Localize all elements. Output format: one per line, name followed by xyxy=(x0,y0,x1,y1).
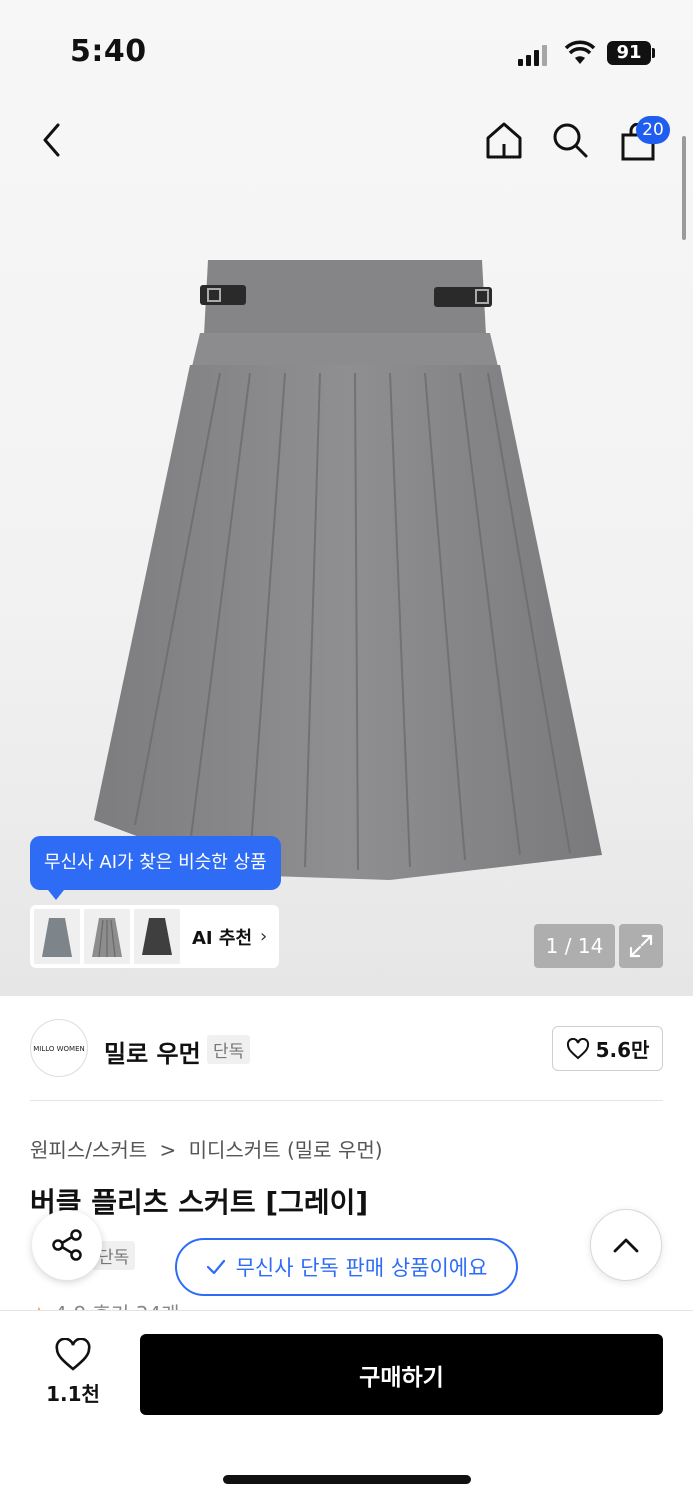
buy-button[interactable]: 구매하기 xyxy=(140,1334,663,1415)
breadcrumb-category[interactable]: 원피스/스커트 xyxy=(30,1138,147,1162)
wishlist-button[interactable]: 1.1천 xyxy=(40,1337,106,1407)
breadcrumb-subcategory[interactable]: 미디스커트 (밀로 우먼) xyxy=(189,1138,383,1162)
expand-image-button[interactable] xyxy=(619,924,663,968)
wifi-icon xyxy=(564,40,596,64)
share-button[interactable] xyxy=(32,1210,102,1280)
home-icon xyxy=(486,122,522,159)
brand-name[interactable]: 밀로 우먼 xyxy=(104,1034,201,1069)
ai-recommend-label: AI 추천 xyxy=(192,927,253,949)
heart-icon xyxy=(55,1337,91,1371)
ai-recommend-card[interactable]: AI 추천 › xyxy=(30,905,279,968)
chevron-left-icon xyxy=(43,123,60,157)
cart-count-badge: 20 xyxy=(636,116,670,144)
home-indicator xyxy=(223,1475,471,1484)
product-image-skirt[interactable] xyxy=(90,255,610,895)
chevron-right-icon: › xyxy=(260,926,268,947)
home-button[interactable] xyxy=(482,118,526,162)
brand-like-count: 5.6만 xyxy=(595,1038,650,1062)
ai-tooltip[interactable]: 무신사 AI가 찾은 비슷한 상품 xyxy=(30,836,281,900)
brand-like-button[interactable]: 5.6만 xyxy=(552,1026,663,1071)
battery-icon xyxy=(652,48,655,58)
cellular-signal-icon xyxy=(518,44,548,66)
battery-level: 91 xyxy=(607,41,651,65)
breadcrumb-separator: > xyxy=(159,1138,177,1162)
status-time: 5:40 xyxy=(70,34,147,69)
wishlist-count: 1.1천 xyxy=(46,1382,100,1406)
brand-logo[interactable]: MILLO WOMEN xyxy=(30,1019,88,1077)
exclusive-notice-text: 무신사 단독 판매 상품이에요 xyxy=(235,1256,488,1280)
chevron-up-icon xyxy=(613,1238,639,1253)
scrollbar[interactable] xyxy=(682,136,686,240)
scroll-top-button[interactable] xyxy=(590,1209,662,1281)
back-button[interactable] xyxy=(30,118,74,162)
share-icon xyxy=(52,1229,82,1261)
search-icon xyxy=(553,123,588,158)
ai-thumbnail-2[interactable] xyxy=(84,909,130,964)
ai-thumbnail-1[interactable] xyxy=(34,909,80,964)
expand-icon xyxy=(629,934,653,958)
image-counter: 1 / 14 xyxy=(534,924,615,968)
exclusive-badge: 단독 xyxy=(207,1035,251,1064)
heart-icon xyxy=(566,1037,589,1059)
search-button[interactable] xyxy=(548,118,592,162)
ai-thumbnail-3[interactable] xyxy=(134,909,180,964)
breadcrumb: 원피스/스커트 > 미디스커트 (밀로 우먼) xyxy=(30,1134,383,1163)
divider xyxy=(30,1100,663,1101)
check-icon xyxy=(206,1259,225,1275)
exclusive-notice-pill: 무신사 단독 판매 상품이에요 xyxy=(175,1238,518,1296)
